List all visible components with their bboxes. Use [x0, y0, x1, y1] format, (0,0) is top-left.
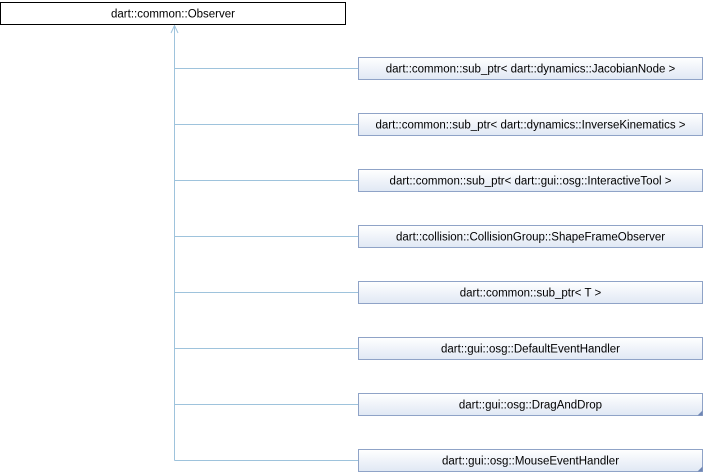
- derived-class-label: dart::gui::osg::DefaultEventHandler: [441, 344, 620, 356]
- derived-class-node[interactable]: dart::gui::osg::MouseEventHandler: [358, 449, 703, 472]
- derived-class-node[interactable]: dart::common::sub_ptr< dart::dynamics::J…: [358, 57, 703, 80]
- derived-class-label: dart::common::sub_ptr< dart::dynamics::J…: [386, 64, 676, 76]
- derived-class-label: dart::common::sub_ptr< dart::gui::osg::I…: [390, 176, 672, 188]
- derived-class-label: dart::common::sub_ptr< dart::dynamics::I…: [376, 120, 686, 132]
- derived-class-node[interactable]: dart::common::sub_ptr< dart::gui::osg::I…: [358, 169, 703, 192]
- derived-classes: dart::common::sub_ptr< dart::dynamics::J…: [358, 57, 703, 472]
- derived-class-node[interactable]: dart::common::sub_ptr< dart::dynamics::I…: [358, 113, 703, 136]
- derived-class-node[interactable]: dart::gui::osg::DragAndDrop: [358, 393, 703, 416]
- base-class-node[interactable]: dart::common::Observer: [0, 2, 346, 25]
- derived-class-label: dart::gui::osg::DragAndDrop: [459, 400, 602, 412]
- inheritance-edges: [170, 24, 359, 461]
- derived-class-node[interactable]: dart::collision::CollisionGroup::ShapeFr…: [358, 225, 703, 248]
- derived-class-label: dart::common::sub_ptr< T >: [460, 288, 602, 300]
- derived-class-node[interactable]: dart::common::sub_ptr< T >: [358, 281, 703, 304]
- base-class-label: dart::common::Observer: [111, 9, 235, 21]
- inheritance-diagram: dart::common::Observer dart::common::sub…: [0, 2, 703, 472]
- derived-class-node[interactable]: dart::gui::osg::DefaultEventHandler: [358, 337, 703, 360]
- derived-class-label: dart::collision::CollisionGroup::ShapeFr…: [396, 232, 665, 244]
- derived-class-label: dart::gui::osg::MouseEventHandler: [442, 456, 619, 468]
